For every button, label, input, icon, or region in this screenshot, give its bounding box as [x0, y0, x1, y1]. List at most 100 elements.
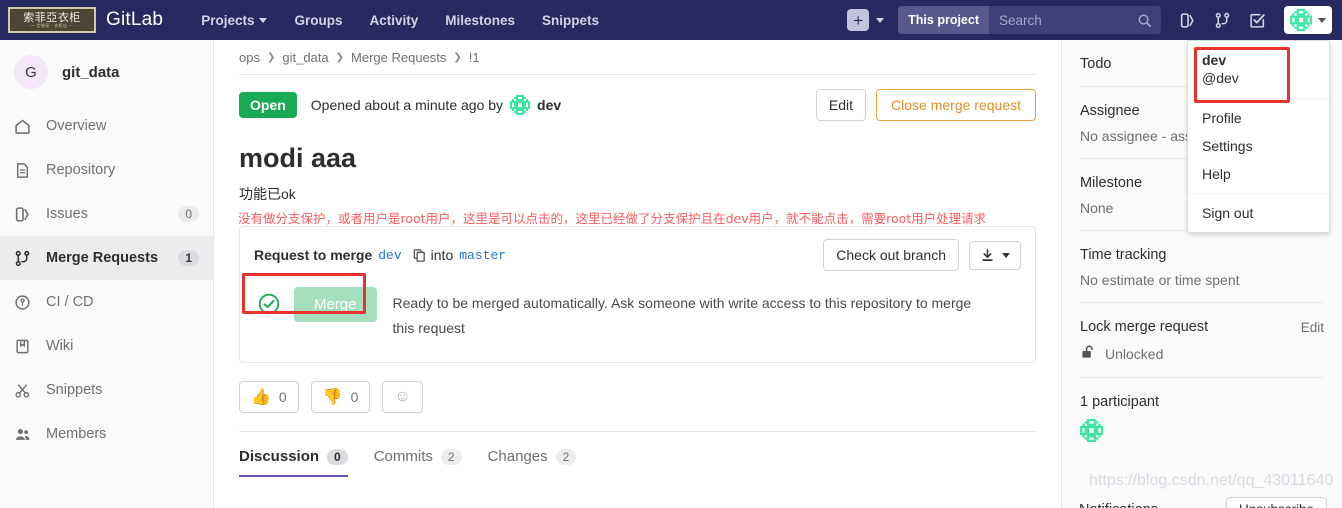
time-tracking-header: Time tracking [1080, 247, 1324, 263]
opened-text: Opened about a minute ago by [310, 97, 504, 113]
avatar [1290, 9, 1312, 31]
primary-nav-links: Projects Groups Activity Milestones Snip… [201, 13, 626, 28]
check-circle-icon [258, 293, 280, 318]
nav-link-groups[interactable]: Groups [294, 13, 342, 28]
source-branch-name[interactable]: dev [378, 248, 401, 263]
reactions-row: 👍 0 👎 0 ☺ [214, 363, 1061, 413]
breadcrumb-separator: ❯ [335, 51, 345, 63]
download-icon [982, 248, 993, 261]
copy-branch-icon[interactable] [412, 248, 427, 263]
lock-value: Unlocked [1105, 345, 1164, 362]
search-icon[interactable] [1137, 13, 1152, 28]
sidebar-item-overview[interactable]: Overview [0, 104, 213, 148]
download-dropdown-button[interactable] [969, 240, 1021, 270]
gitlab-brand-name[interactable]: GitLab [106, 9, 163, 31]
participants-header: 1 participant [1080, 394, 1324, 410]
opened-by-info: Opened about a minute ago by dev [311, 95, 561, 115]
tab-discussion-label: Discussion [239, 448, 320, 465]
user-menu-handle: @dev [1202, 70, 1239, 86]
main-content: ops ❯ git_data ❯ Merge Requests ❯ !1 Ope… [214, 40, 1061, 508]
thumbs-up-button[interactable]: 👍 0 [239, 381, 299, 413]
user-menu-item-help[interactable]: Help [1188, 160, 1329, 188]
nav-link-snippets[interactable]: Snippets [542, 13, 599, 28]
sidebar-item-overview-label: Overview [46, 118, 107, 134]
sidebar-item-repository[interactable]: Repository [0, 148, 213, 192]
author-name[interactable]: dev [537, 97, 561, 113]
tab-discussion[interactable]: Discussion 0 [239, 448, 348, 477]
lock-edit-button[interactable]: Edit [1301, 320, 1324, 335]
add-reaction-button[interactable]: ☺ [382, 381, 423, 413]
tab-commits[interactable]: Commits 2 [374, 448, 462, 477]
thumbs-down-button[interactable]: 👎 0 [310, 381, 371, 413]
issues-icon[interactable] [1179, 12, 1196, 29]
merge-widget-body: Merge Ready to be merged automatically. … [240, 281, 1035, 362]
merge-button[interactable]: Merge [294, 287, 377, 322]
close-merge-request-button[interactable]: Close merge request [876, 89, 1036, 121]
new-item-button[interactable]: + [847, 9, 870, 31]
lock-value-row: Unlocked [1080, 344, 1324, 363]
sidebar-item-members[interactable]: Members [0, 412, 213, 456]
nav-link-milestones[interactable]: Milestones [445, 13, 515, 28]
document-icon [14, 162, 36, 179]
company-logo-sub: — 定制家 · 衣柜店 — [30, 23, 74, 28]
participants-section: 1 participant [1080, 378, 1324, 456]
thumbs-up-count: 0 [278, 389, 287, 405]
user-avatar-menu-button[interactable] [1284, 6, 1332, 34]
top-navigation-bar: 索菲亞衣柜 — 定制家 · 衣柜店 — GitLab Projects Grou… [0, 0, 1342, 40]
merge-requests-icon[interactable] [1214, 12, 1231, 29]
request-to-merge-label: Request to merge [254, 247, 373, 263]
edit-button[interactable]: Edit [815, 89, 867, 121]
assignee-label: Assignee [1080, 103, 1140, 119]
merge-widget-actions: Check out branch [823, 239, 1021, 271]
target-branch-name[interactable]: master [459, 248, 506, 263]
user-menu-signout-group: Sign out [1188, 194, 1329, 232]
user-menu-identity[interactable]: dev @dev [1188, 41, 1329, 99]
author-avatar[interactable] [510, 95, 531, 115]
breadcrumb: ops ❯ git_data ❯ Merge Requests ❯ !1 [214, 40, 1061, 74]
todo-label: Todo [1080, 56, 1112, 72]
todos-icon[interactable] [1249, 12, 1266, 29]
breadcrumb-item-group[interactable]: ops [239, 50, 260, 65]
time-tracking-label: Time tracking [1080, 247, 1167, 263]
sidebar-item-snippets[interactable]: Snippets [0, 368, 213, 412]
book-icon [14, 338, 36, 355]
nav-link-projects[interactable]: Projects [201, 12, 268, 28]
user-menu-item-sign-out[interactable]: Sign out [1188, 199, 1329, 227]
user-menu-item-profile[interactable]: Profile [1188, 104, 1329, 132]
annotation-text: 没有做分支保护，或者用户是root用户，这里是可以点击的，这里已经做了分支保护且… [238, 211, 987, 226]
tab-commits-label: Commits [373, 448, 433, 465]
mr-tabs: Discussion 0 Commits 2 Changes 2 [239, 431, 1036, 477]
sidebar-item-wiki[interactable]: Wiki [0, 324, 213, 368]
page-title: modi aaa [239, 143, 357, 173]
tab-changes[interactable]: Changes 2 [488, 448, 577, 477]
nav-link-projects-label: Projects [201, 12, 255, 28]
search-input[interactable] [997, 11, 1137, 29]
company-logo[interactable]: 索菲亞衣柜 — 定制家 · 衣柜店 — [8, 7, 96, 33]
rocket-icon [14, 294, 36, 311]
download-chevron-down-icon [1002, 252, 1010, 258]
unsubscribe-button[interactable]: Unsubscribe [1225, 497, 1327, 508]
participant-avatar[interactable] [1080, 419, 1103, 442]
user-menu-name: dev [1202, 52, 1227, 68]
check-out-branch-button[interactable]: Check out branch [823, 239, 959, 271]
participants-list [1080, 419, 1324, 442]
breadcrumb-item-mr-id[interactable]: !1 [469, 50, 480, 65]
sidebar-item-merge-requests[interactable]: Merge Requests 1 [0, 236, 213, 280]
sidebar-item-wiki-label: Wiki [46, 338, 74, 354]
nav-link-activity[interactable]: Activity [369, 13, 418, 28]
new-item-chevron-down-icon[interactable] [876, 17, 885, 23]
sidebar-item-issues[interactable]: Issues 0 [0, 192, 213, 236]
user-menu-item-settings[interactable]: Settings [1188, 132, 1329, 160]
sidebar-item-ci-cd[interactable]: CI / CD [0, 280, 213, 324]
breadcrumb-item-project[interactable]: git_data [282, 50, 328, 65]
merge-widget: Request to merge dev into master Check o… [238, 211, 1036, 363]
time-tracking-section: Time tracking No estimate or time spent [1080, 231, 1324, 303]
breadcrumb-item-merge-requests[interactable]: Merge Requests [351, 50, 446, 65]
sidebar-project-header[interactable]: G git_data [0, 40, 213, 104]
mr-header-actions: Edit Close merge request [815, 89, 1036, 121]
notifications-label: Notifications [1079, 502, 1158, 508]
mr-status-row: Open Opened about a minute ago by dev Ed… [214, 75, 1061, 137]
mr-description: 功能已ok [239, 186, 296, 202]
search-scope-button[interactable]: This project [898, 6, 989, 34]
company-logo-cn: 索菲亞衣柜 [23, 11, 81, 24]
